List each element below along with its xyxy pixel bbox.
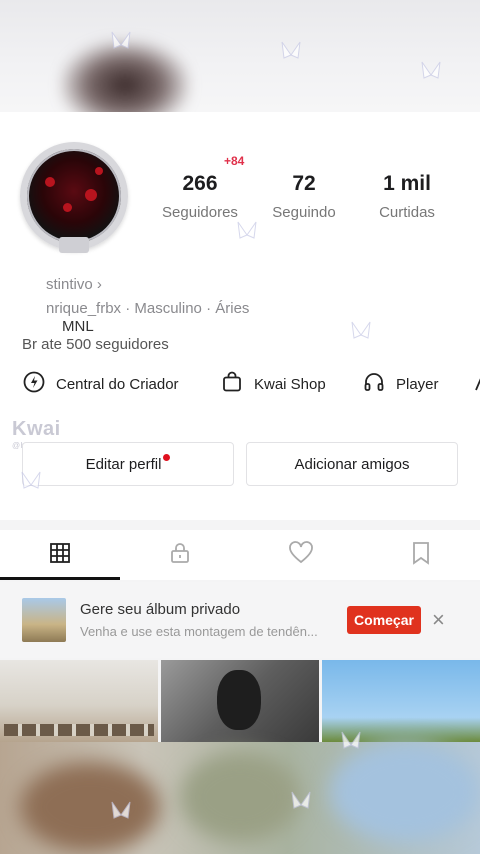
banner-subtitle: Venha e use esta montagem de tendên... [80,624,318,639]
butterfly-icon [291,791,311,809]
creator-center-button[interactable]: Central do Criador [22,370,179,398]
active-tab-indicator [0,577,120,580]
private-album-banner[interactable]: Gere seu álbum privado Venha e use esta … [0,582,480,658]
avatar-detail [63,203,72,212]
creator-center-icon [22,370,46,398]
add-friends-button[interactable]: Adicionar amigos [246,442,458,486]
avatar-detail [95,167,103,175]
blur-blob [20,762,160,852]
more-action-peek[interactable] [470,370,480,398]
following-label: Seguindo [272,204,336,221]
video-thumbnail[interactable] [161,660,319,742]
stat-likes[interactable]: 1 mil Curtidas [366,172,448,221]
banner-title: Gere seu álbum privado [80,601,241,618]
thumbnail-detail [217,670,261,730]
profile-actions-row: Central do Criador Kwai Shop Player [0,370,480,410]
lock-icon [168,541,192,570]
player-label: Player [396,375,439,393]
close-icon[interactable]: × [432,609,445,631]
butterfly-icon [281,41,301,59]
notification-dot [163,453,171,461]
profile-details: nrique_frbx · Masculino · Áries [46,300,250,317]
badge-link[interactable]: stintivo › [46,276,102,293]
video-grid [0,660,480,742]
video-thumbnail[interactable] [0,660,158,742]
tab-liked[interactable] [286,540,316,570]
profile-bio: MNL [62,318,94,335]
headphones-icon [362,370,386,398]
content-tabs [0,530,480,580]
creator-center-label: Central do Criador [56,375,179,393]
tab-saved[interactable] [406,540,436,570]
start-button[interactable]: Começar [347,606,421,634]
butterfly-icon [111,801,131,819]
watermark-brand: Kwai [12,418,61,440]
milestone-text: Br ate 500 seguidores [22,336,169,353]
kwai-shop-label: Kwai Shop [254,375,326,393]
following-count: 72 [292,172,316,195]
thumbnail-detail [4,724,154,736]
blur-blob [180,752,300,842]
edit-profile-label: Editar perfil [85,455,162,473]
bookmark-icon [410,541,432,570]
edit-profile-button[interactable]: Editar perfil [22,442,234,486]
likes-label: Curtidas [379,204,435,221]
shop-bag-icon [220,370,244,398]
stat-followers[interactable]: 266 Seguidores [156,172,244,221]
followers-label: Seguidores [162,204,238,221]
header-blur-background [0,0,480,112]
grid-icon [48,541,72,570]
butterfly-icon [341,731,361,749]
tab-works[interactable] [45,540,75,570]
player-button[interactable]: Player [362,370,439,398]
new-followers-badge: +84 [224,154,245,168]
avatar-detail [85,189,97,201]
tab-private[interactable] [165,540,195,570]
butterfly-icon [237,221,257,239]
butterfly-icon [421,61,441,79]
stat-following[interactable]: 72 Seguindo [264,172,344,221]
avatar-crest-icon [59,237,89,253]
add-friends-label: Adicionar amigos [294,455,410,473]
followers-count: 266 [182,172,218,195]
butterfly-icon [21,471,41,489]
banner-thumbnail [22,598,66,642]
avatar-detail [45,177,55,187]
overflow-icon [470,370,480,398]
kwai-shop-button[interactable]: Kwai Shop [220,370,326,398]
footer-blur-background [0,742,480,854]
butterfly-icon [351,321,371,339]
likes-count: 1 mil [383,172,431,195]
avatar[interactable] [20,142,128,253]
butterfly-icon [111,31,131,49]
heart-icon [288,540,314,570]
